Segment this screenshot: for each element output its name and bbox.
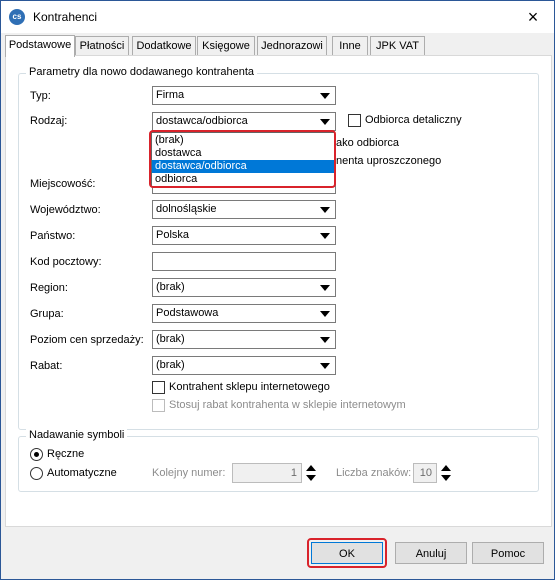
rabat-label: Rabat: bbox=[30, 360, 63, 372]
miejscowosc-label: Miejscowość: bbox=[30, 178, 96, 190]
odbiorca-detaliczny-label: Odbiorca detaliczny bbox=[365, 114, 462, 126]
grupa-value: Podstawowa bbox=[156, 307, 219, 319]
reczne-label: Ręczne bbox=[47, 448, 85, 460]
rodzaj-select[interactable]: dostawca/odbiorca bbox=[152, 112, 336, 131]
sklep-internetowy-label: Kontrahent sklepu internetowego bbox=[169, 381, 330, 393]
chevron-down-icon bbox=[320, 285, 330, 291]
chevron-down-icon bbox=[320, 207, 330, 213]
stosuj-rabat-label: Stosuj rabat kontrahenta w sklepie inter… bbox=[169, 399, 406, 411]
odbiorca-detaliczny-checkbox[interactable] bbox=[348, 114, 361, 127]
pomoc-button[interactable]: Pomoc bbox=[472, 542, 544, 564]
panstwo-select[interactable]: Polska bbox=[152, 226, 336, 245]
rabat-select[interactable]: (brak) bbox=[152, 356, 336, 375]
chevron-down-icon bbox=[320, 233, 330, 239]
kolejny-numer-value: 1 bbox=[290, 467, 297, 479]
rodzaj-option-dostawca[interactable]: dostawca bbox=[152, 147, 334, 160]
automatyczne-label: Automatyczne bbox=[47, 467, 117, 479]
liczba-znakow-value: 10 bbox=[419, 467, 432, 479]
panstwo-value: Polska bbox=[156, 229, 190, 241]
close-icon[interactable]: × bbox=[522, 6, 544, 28]
poziom-cen-select[interactable]: (brak) bbox=[152, 330, 336, 349]
tab-jpk-vat[interactable]: JPK VAT bbox=[370, 36, 425, 55]
region-select[interactable]: (brak) bbox=[152, 278, 336, 297]
typ-label: Typ: bbox=[30, 90, 51, 102]
typ-select[interactable]: Firma bbox=[152, 86, 336, 105]
tab-jednorazowi[interactable]: Jednorazowi bbox=[257, 36, 327, 55]
spin-down-icon bbox=[306, 475, 316, 481]
rodzaj-value: dostawca/odbiorca bbox=[156, 115, 248, 127]
wojewodztwo-value: dolnośląskie bbox=[156, 203, 217, 215]
tab-ksiegowe[interactable]: Księgowe bbox=[197, 36, 255, 55]
reczne-radio[interactable] bbox=[30, 448, 43, 461]
tab-platnosci[interactable]: Płatności bbox=[75, 36, 129, 55]
spin-up-icon bbox=[306, 465, 316, 471]
params-legend: Parametry dla nowo dodawanego kontrahent… bbox=[26, 66, 258, 78]
dialog-window: cs Kontrahenci × Podstawowe Płatności Do… bbox=[0, 0, 555, 580]
chevron-down-icon bbox=[320, 363, 330, 369]
tab-inne[interactable]: Inne bbox=[332, 36, 368, 55]
chevron-down-icon bbox=[320, 119, 330, 125]
rodzaj-option-odbiorca[interactable]: odbiorca bbox=[152, 173, 334, 186]
rodzaj-label: Rodzaj: bbox=[30, 115, 68, 127]
tab-dodatkowe[interactable]: Dodatkowe bbox=[132, 36, 196, 55]
kolejny-numer-label: Kolejny numer: bbox=[152, 467, 226, 479]
kod-pocztowy-input[interactable] bbox=[152, 252, 336, 271]
typ-value: Firma bbox=[156, 89, 185, 101]
partial-label-1: ako odbiorca bbox=[336, 137, 399, 149]
chevron-down-icon bbox=[320, 93, 330, 99]
wojewodztwo-label: Województwo: bbox=[30, 204, 101, 216]
liczba-znakow-spinner bbox=[439, 463, 453, 483]
window-title: Kontrahenci bbox=[33, 10, 98, 24]
kod-pocztowy-label: Kod pocztowy: bbox=[30, 256, 102, 268]
symbols-legend: Nadawanie symboli bbox=[26, 429, 128, 441]
stosuj-rabat-checkbox bbox=[152, 399, 165, 412]
partial-label-2: nenta uproszczonego bbox=[336, 155, 442, 167]
tab-podstawowe[interactable]: Podstawowe bbox=[5, 35, 75, 57]
chevron-down-icon bbox=[320, 337, 330, 343]
tab-panel: Parametry dla nowo dodawanego kontrahent… bbox=[5, 55, 552, 527]
grupa-select[interactable]: Podstawowa bbox=[152, 304, 336, 323]
poziom-cen-value: (brak) bbox=[156, 333, 185, 345]
rodzaj-dropdown-list: (brak) dostawca dostawca/odbiorca odbior… bbox=[151, 132, 335, 187]
liczba-znakow-input: 10 bbox=[413, 463, 437, 483]
kolejny-numer-input: 1 bbox=[232, 463, 302, 483]
app-logo-icon: cs bbox=[9, 9, 25, 25]
poziom-cen-label: Poziom cen sprzedaży: bbox=[30, 334, 144, 346]
rodzaj-option-brak[interactable]: (brak) bbox=[152, 134, 334, 147]
chevron-down-icon bbox=[320, 311, 330, 317]
kolejny-numer-spinner bbox=[304, 463, 318, 483]
sklep-internetowy-checkbox[interactable] bbox=[152, 381, 165, 394]
ok-button[interactable]: OK bbox=[311, 542, 383, 564]
region-value: (brak) bbox=[156, 281, 185, 293]
rabat-value: (brak) bbox=[156, 359, 185, 371]
automatyczne-radio[interactable] bbox=[30, 467, 43, 480]
region-label: Region: bbox=[30, 282, 68, 294]
wojewodztwo-select[interactable]: dolnośląskie bbox=[152, 200, 336, 219]
title-bar: cs Kontrahenci × bbox=[1, 1, 554, 33]
panstwo-label: Państwo: bbox=[30, 230, 76, 242]
liczba-znakow-label: Liczba znaków: bbox=[336, 467, 412, 479]
anuluj-button[interactable]: Anuluj bbox=[395, 542, 467, 564]
rodzaj-option-dostawca-odbiorca[interactable]: dostawca/odbiorca bbox=[152, 160, 334, 173]
grupa-label: Grupa: bbox=[30, 308, 64, 320]
spin-down-icon bbox=[441, 475, 451, 481]
spin-up-icon bbox=[441, 465, 451, 471]
